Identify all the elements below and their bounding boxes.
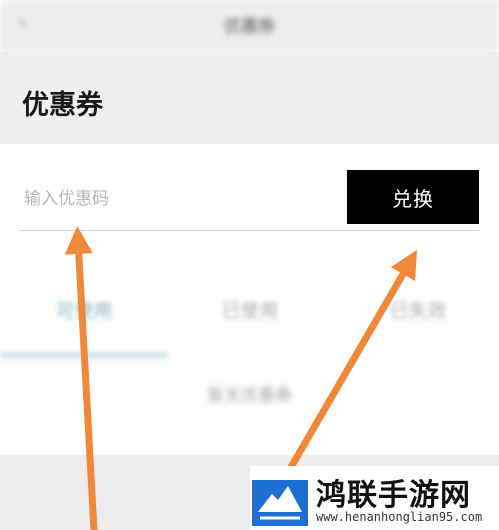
top-nav-bar: ‹ 优惠券 (0, 0, 499, 52)
coupon-code-row: 兑换 (0, 144, 499, 234)
tab-available[interactable]: 可使用 (14, 296, 154, 323)
active-tab-indicator (0, 352, 168, 358)
page-header: 优惠券 (0, 52, 499, 144)
redeem-button[interactable]: 兑换 (347, 170, 479, 224)
tab-used[interactable]: 已使用 (180, 296, 320, 323)
empty-state-text: 暂无优惠券 (207, 386, 292, 406)
nav-title: 优惠券 (224, 17, 275, 37)
coupon-code-input[interactable] (22, 184, 326, 214)
input-underline (20, 230, 479, 231)
bottom-area (0, 455, 499, 530)
coupon-tabs: 可使用 已使用 已失效 (0, 282, 499, 362)
page-title: 优惠券 (22, 90, 103, 121)
tab-expired[interactable]: 已失效 (348, 296, 488, 323)
